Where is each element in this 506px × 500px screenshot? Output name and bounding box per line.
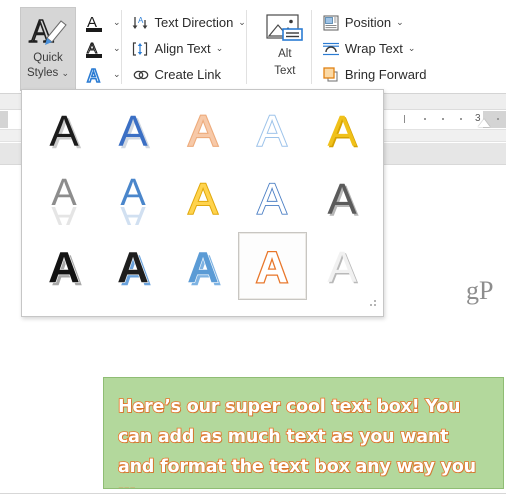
svg-text:A: A	[258, 175, 288, 222]
ruler-tick	[424, 118, 426, 120]
svg-text:A: A	[117, 243, 149, 290]
text-direction-icon: A	[132, 14, 150, 32]
svg-text:A: A	[327, 243, 357, 290]
alt-text-button[interactable]: Alt Text	[259, 7, 311, 91]
svg-text:A: A	[48, 243, 80, 290]
text-effects-button[interactable]: A ⌄	[84, 62, 121, 88]
page-bottom-rule	[0, 493, 506, 494]
wordart-style-8[interactable]: A	[238, 164, 308, 232]
alt-text-picture-icon	[266, 13, 304, 44]
arrange-commands-list: Position ⌄ Wrap Text ⌄ Bring Forward	[322, 5, 427, 89]
svg-text:A: A	[327, 107, 357, 154]
text-commands-list: A Text Direction ⌄ Align Text ⌄ Create L…	[132, 5, 246, 89]
text-fill-a-icon: A	[84, 12, 106, 34]
chevron-down-icon[interactable]: ⌄	[113, 17, 121, 28]
svg-text:A: A	[87, 66, 100, 86]
wordart-style-14[interactable]: A A	[307, 232, 377, 300]
svg-text:A: A	[256, 243, 288, 290]
wordart-style-12[interactable]: A A	[168, 232, 238, 300]
wrap-text-label: Wrap Text	[344, 41, 403, 56]
wordart-style-6[interactable]: A A	[99, 164, 169, 232]
wordart-styles-gallery[interactable]: A A A A A A A A A A A A A A A A A A A A …	[21, 89, 384, 317]
bring-forward-icon	[322, 66, 340, 84]
create-link-icon	[132, 66, 150, 84]
text-box-content[interactable]: Here’s our super cool text box! You can …	[117, 392, 489, 488]
ruler-tick	[460, 118, 462, 120]
position-button[interactable]: Position ⌄	[322, 10, 427, 36]
svg-text:A: A	[187, 243, 219, 290]
wrap-text-button[interactable]: Wrap Text ⌄	[322, 36, 427, 62]
wordart-text-box[interactable]: Here’s our super cool text box! You can …	[103, 377, 504, 489]
svg-text:A: A	[188, 175, 218, 222]
ruler-tick	[442, 118, 444, 120]
arrange-group: Position ⌄ Wrap Text ⌄ Bring Forward	[312, 0, 427, 93]
wordart-style-4[interactable]: A A	[307, 96, 377, 164]
svg-text:A: A	[258, 107, 288, 154]
alt-text-label-line1: Alt	[278, 47, 292, 60]
align-text-button[interactable]: Align Text ⌄	[132, 36, 246, 62]
svg-text:A: A	[188, 107, 218, 154]
chevron-down-icon[interactable]: ⌄	[216, 43, 224, 54]
svg-text:A: A	[119, 107, 149, 154]
text-group: A Text Direction ⌄ Align Text ⌄ Create L…	[122, 0, 246, 93]
ruler-tick-major	[404, 115, 405, 123]
text-effects-a-icon: A	[84, 64, 106, 87]
chevron-down-icon[interactable]: ⌄	[408, 43, 416, 54]
svg-text:A: A	[51, 198, 77, 225]
chevron-down-icon[interactable]: ⌄	[61, 68, 69, 78]
svg-text:A: A	[327, 175, 357, 222]
wordart-style-0[interactable]: A A	[29, 96, 99, 164]
wordart-quick-styles-icon: A	[27, 12, 69, 50]
svg-text:A: A	[138, 16, 144, 25]
chevron-down-icon[interactable]: ⌄	[113, 69, 121, 80]
resize-grip-icon[interactable]	[366, 300, 378, 312]
svg-text:A: A	[49, 107, 79, 154]
quick-styles-label-text: Styles	[26, 66, 59, 79]
text-direction-button[interactable]: A Text Direction ⌄	[132, 10, 246, 36]
wordart-style-13-selected[interactable]: A	[237, 232, 307, 300]
position-icon	[322, 14, 340, 32]
wordart-style-9[interactable]: A A	[307, 164, 377, 232]
quick-styles-label-line1: Quick	[33, 51, 63, 64]
ruler-margin-left	[0, 111, 8, 128]
quick-styles-label-line2: Styles ⌄	[27, 66, 69, 80]
wordart-style-11[interactable]: A A	[99, 232, 169, 300]
accessibility-group: Alt Text	[247, 0, 311, 93]
align-text-label: Align Text	[154, 41, 211, 56]
alt-text-label-line2: Text	[274, 64, 296, 77]
align-text-icon	[132, 40, 150, 58]
chevron-down-icon[interactable]: ⌄	[113, 43, 121, 54]
svg-text:A: A	[29, 13, 54, 50]
wordart-style-10[interactable]: A A	[29, 232, 99, 300]
svg-text:A: A	[121, 198, 147, 225]
wordart-styles-grid: A A A A A A A A A A A A A A A A A A A A …	[29, 96, 377, 300]
ribbon-toolbar: A Quick Styles ⌄ A ⌄ A ⌄ A ⌄ A Text Dire…	[0, 0, 506, 94]
page-watermark-text: gP	[466, 276, 494, 305]
chevron-down-icon[interactable]: ⌄	[238, 17, 246, 28]
chevron-down-icon[interactable]: ⌄	[396, 17, 404, 28]
wordart-style-5[interactable]: A A	[29, 164, 99, 232]
quick-styles-button[interactable]: A Quick Styles ⌄	[20, 6, 76, 91]
text-direction-label: Text Direction	[154, 15, 234, 30]
wordart-style-1[interactable]: A A	[99, 96, 169, 164]
create-link-label: Create Link	[154, 67, 222, 82]
text-format-buttons: A ⌄ A ⌄ A ⌄	[84, 5, 121, 89]
ruler-tick	[497, 118, 499, 120]
wordart-styles-group: A Quick Styles ⌄ A ⌄ A ⌄ A ⌄	[0, 0, 121, 93]
create-link-button[interactable]: Create Link	[132, 62, 246, 88]
text-fill-button[interactable]: A ⌄	[84, 10, 121, 36]
wordart-style-3[interactable]: A	[238, 96, 308, 164]
indent-marker-handle[interactable]	[478, 119, 490, 127]
bring-forward-button[interactable]: Bring Forward	[322, 62, 427, 88]
bring-forward-label: Bring Forward	[344, 67, 427, 82]
wordart-style-7[interactable]: A	[168, 164, 238, 232]
wordart-style-2[interactable]: A A	[168, 96, 238, 164]
text-outline-button[interactable]: A ⌄	[84, 36, 121, 62]
position-label: Position	[344, 15, 392, 30]
text-outline-a-icon: A	[84, 38, 106, 60]
wrap-text-icon	[322, 40, 340, 58]
